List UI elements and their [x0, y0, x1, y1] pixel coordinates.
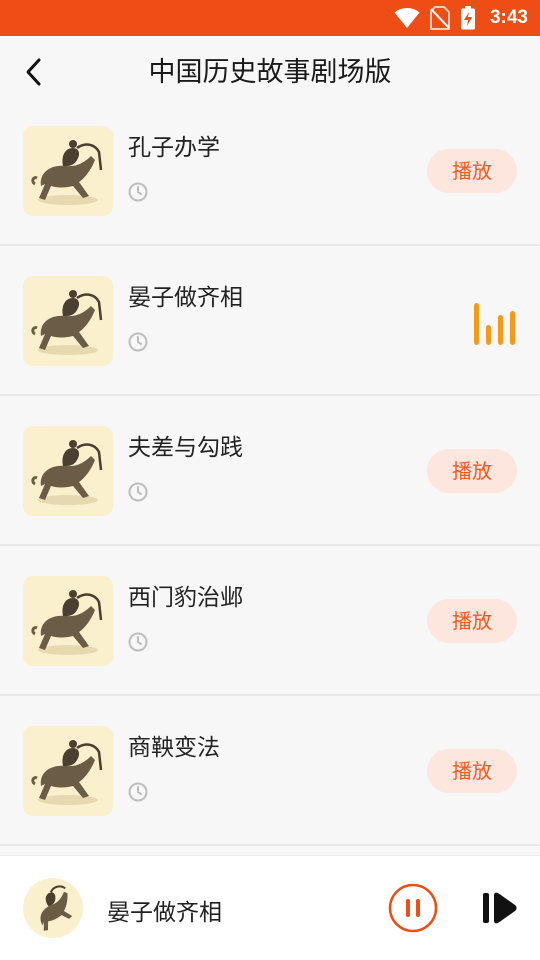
episode-thumbnail [23, 126, 113, 216]
episode-thumbnail [23, 726, 113, 816]
episode-thumbnail [23, 426, 113, 516]
play-button[interactable]: 播放 [427, 149, 517, 193]
episode-title: 孔子办学 [128, 135, 220, 161]
clock-icon [128, 182, 148, 202]
list-item[interactable]: 孔子办学 播放 [0, 96, 540, 246]
horse-rider-image [31, 590, 103, 655]
episode-title: 西门豹治邺 [128, 585, 243, 611]
status-time: 3:43 [489, 7, 528, 28]
horse-rider-image [31, 440, 103, 505]
no-sim-icon [429, 6, 450, 30]
playing-bars-icon [474, 303, 515, 345]
episode-list[interactable]: 孔子办学 播放 晏子做齐相 夫差与勾践 播放 西门豹治邺 播放 商鞅变法 播放 [0, 96, 540, 846]
play-button[interactable]: 播放 [427, 749, 517, 793]
next-button[interactable] [481, 890, 519, 926]
horse-rider-image [31, 740, 103, 805]
horse-rider-image [31, 140, 103, 205]
list-item[interactable]: 晏子做齐相 [0, 246, 540, 396]
episode-title: 晏子做齐相 [128, 285, 243, 311]
episode-thumbnail [23, 576, 113, 666]
skip-next-icon [483, 892, 517, 924]
clock-icon [128, 782, 148, 802]
player-bar[interactable]: 晏子做齐相 [0, 855, 540, 960]
list-item[interactable]: 商鞅变法 播放 [0, 696, 540, 846]
wifi-icon [394, 8, 420, 28]
list-item[interactable]: 西门豹治邺 播放 [0, 546, 540, 696]
battery-charging-icon [460, 6, 475, 30]
player-thumbnail [23, 878, 83, 938]
episode-title: 商鞅变法 [128, 735, 220, 761]
play-button[interactable]: 播放 [427, 599, 517, 643]
clock-icon [128, 332, 148, 352]
play-button[interactable]: 播放 [427, 449, 517, 493]
clock-icon [128, 632, 148, 652]
clock-icon [128, 482, 148, 502]
horse-rider-image [40, 885, 73, 931]
pause-button[interactable] [388, 883, 438, 933]
episode-title: 夫差与勾践 [128, 435, 243, 461]
status-bar: 3:43 [0, 0, 540, 36]
horse-rider-image [31, 290, 103, 355]
now-playing-title: 晏子做齐相 [107, 900, 222, 926]
status-icons: 3:43 [394, 0, 528, 36]
pause-icon [388, 883, 438, 933]
list-item[interactable]: 夫差与勾践 播放 [0, 396, 540, 546]
episode-thumbnail [23, 276, 113, 366]
